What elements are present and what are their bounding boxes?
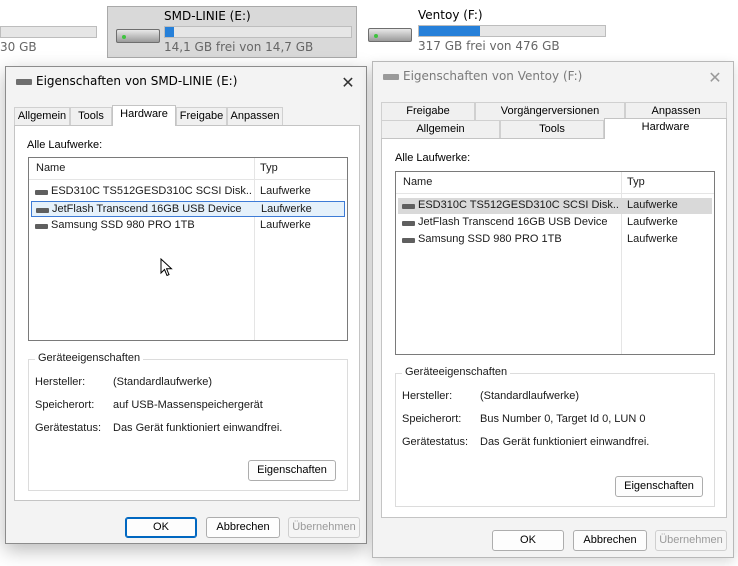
properties-button[interactable]: Eigenschaften [248,460,336,481]
all-drives-label: Alle Laufwerke: [395,152,471,164]
drive-name: Ventoy (F:) [418,8,483,22]
status-label: Gerätestatus: [402,436,469,448]
list-item-selected[interactable]: ESD310C TS512GESD310C SCSI Disk... Laufw… [398,198,712,214]
tab-panel-hardware: Alle Laufwerke: Name Typ ESD310C TS512GE… [381,138,727,518]
apply-button[interactable]: Übernehmen [288,517,360,538]
properties-dialog-smd-linie: Eigenschaften von SMD-LINIE (E:) ✕ Allge… [5,66,367,544]
list-item[interactable]: JetFlash Transcend 16GB USB Device Laufw… [398,215,712,231]
group-title: Geräteeigenschaften [35,352,144,364]
list-item-selected[interactable]: JetFlash Transcend 16GB USB Device Laufw… [31,201,345,217]
tab-anpassen[interactable]: Anpassen [227,107,283,126]
ok-button[interactable]: OK [492,530,564,551]
capacity-text: 317 GB frei von 476 GB [418,39,560,53]
group-title: Geräteeigenschaften [402,366,511,378]
capacity-text: 30 GB [0,40,37,54]
properties-dialog-ventoy: Eigenschaften von Ventoy (F:) ✕ Freigabe… [372,61,734,558]
drive-tile-partial[interactable]: 30 GB [0,0,100,60]
column-header-type[interactable]: Typ [260,162,278,174]
drive-tile-smd-linie[interactable]: SMD-LINIE (E:) 14,1 GB frei von 14,7 GB [107,6,357,58]
drive-name: SMD-LINIE (E:) [164,9,251,23]
tab-freigabe[interactable]: Freigabe [381,102,475,121]
drive-icon [36,208,49,213]
drive-icon [402,221,415,226]
drive-list[interactable]: Name Typ ESD310C TS512GESD310C SCSI Disk… [395,171,715,355]
drive-list[interactable]: Name Typ ESD310C TS512GESD310C SCSI Disk… [28,157,348,341]
tab-hardware[interactable]: Hardware [604,118,727,139]
list-item[interactable]: Samsung SSD 980 PRO 1TB Laufwerke [398,232,712,248]
column-header-name[interactable]: Name [36,162,65,174]
location-label: Speicherort: [402,413,462,425]
capacity-bar [0,26,97,38]
manufacturer-label: Hersteller: [35,376,86,388]
drive-tile-ventoy[interactable]: Ventoy (F:) 317 GB frei von 476 GB [362,6,612,58]
manufacturer-value: (Standardlaufwerke) [113,376,213,388]
column-header-name[interactable]: Name [403,176,432,188]
title-bar[interactable]: Eigenschaften von Ventoy (F:) ✕ [373,62,733,92]
drive-icon [35,190,48,195]
tab-allgemein[interactable]: Allgemein [14,107,70,126]
tab-tools[interactable]: Tools [70,107,112,126]
status-label: Gerätestatus: [35,422,102,434]
capacity-bar [418,25,606,37]
ok-button[interactable]: OK [125,517,197,538]
usb-drive-icon [368,22,412,44]
cancel-button[interactable]: Abbrechen [206,517,280,538]
drive-icon [402,204,415,209]
list-header: Name Typ [29,158,347,180]
drive-icon [35,224,48,229]
manufacturer-value: (Standardlaufwerke) [480,390,580,402]
list-item[interactable]: Samsung SSD 980 PRO 1TB Laufwerke [31,218,345,234]
device-properties-group: Geräteeigenschaften Hersteller: (Standar… [28,352,348,491]
tab-vorgaengerversionen[interactable]: Vorgängerversionen [475,102,625,121]
status-value: Das Gerät funktioniert einwandfrei. [480,436,650,448]
drive-icon [402,238,415,243]
close-button[interactable]: ✕ [334,69,362,95]
capacity-text: 14,1 GB frei von 14,7 GB [164,40,314,54]
tab-allgemein[interactable]: Allgemein [381,120,500,139]
location-label: Speicherort: [35,399,95,411]
tab-freigabe[interactable]: Freigabe [176,107,227,126]
drive-icon [383,74,399,80]
all-drives-label: Alle Laufwerke: [27,139,103,151]
column-header-type[interactable]: Typ [627,176,645,188]
usb-drive-icon [116,23,160,45]
tab-panel-hardware: Alle Laufwerke: Name Typ ESD310C TS512GE… [14,125,360,501]
dialog-title: Eigenschaften von Ventoy (F:) [403,69,583,83]
capacity-bar [164,26,352,38]
manufacturer-label: Hersteller: [402,390,453,402]
mouse-pointer-icon [160,258,173,277]
dialog-title: Eigenschaften von SMD-LINIE (E:) [36,74,238,88]
tab-hardware[interactable]: Hardware [112,105,176,126]
apply-button[interactable]: Übernehmen [655,530,727,551]
device-properties-group: Geräteeigenschaften Hersteller: (Standar… [395,366,715,507]
properties-button[interactable]: Eigenschaften [615,476,703,497]
tab-tools[interactable]: Tools [500,120,604,139]
list-item[interactable]: ESD310C TS512GESD310C SCSI Disk... Laufw… [31,184,345,200]
close-button[interactable]: ✕ [701,64,729,90]
location-value: Bus Number 0, Target Id 0, LUN 0 [480,413,646,425]
cancel-button[interactable]: Abbrechen [573,530,647,551]
status-value: Das Gerät funktioniert einwandfrei. [113,422,283,434]
list-header: Name Typ [396,172,714,194]
location-value: auf USB-Massenspeichergerät [113,399,263,411]
drive-icon [16,79,32,85]
title-bar[interactable]: Eigenschaften von SMD-LINIE (E:) ✕ [6,67,366,97]
